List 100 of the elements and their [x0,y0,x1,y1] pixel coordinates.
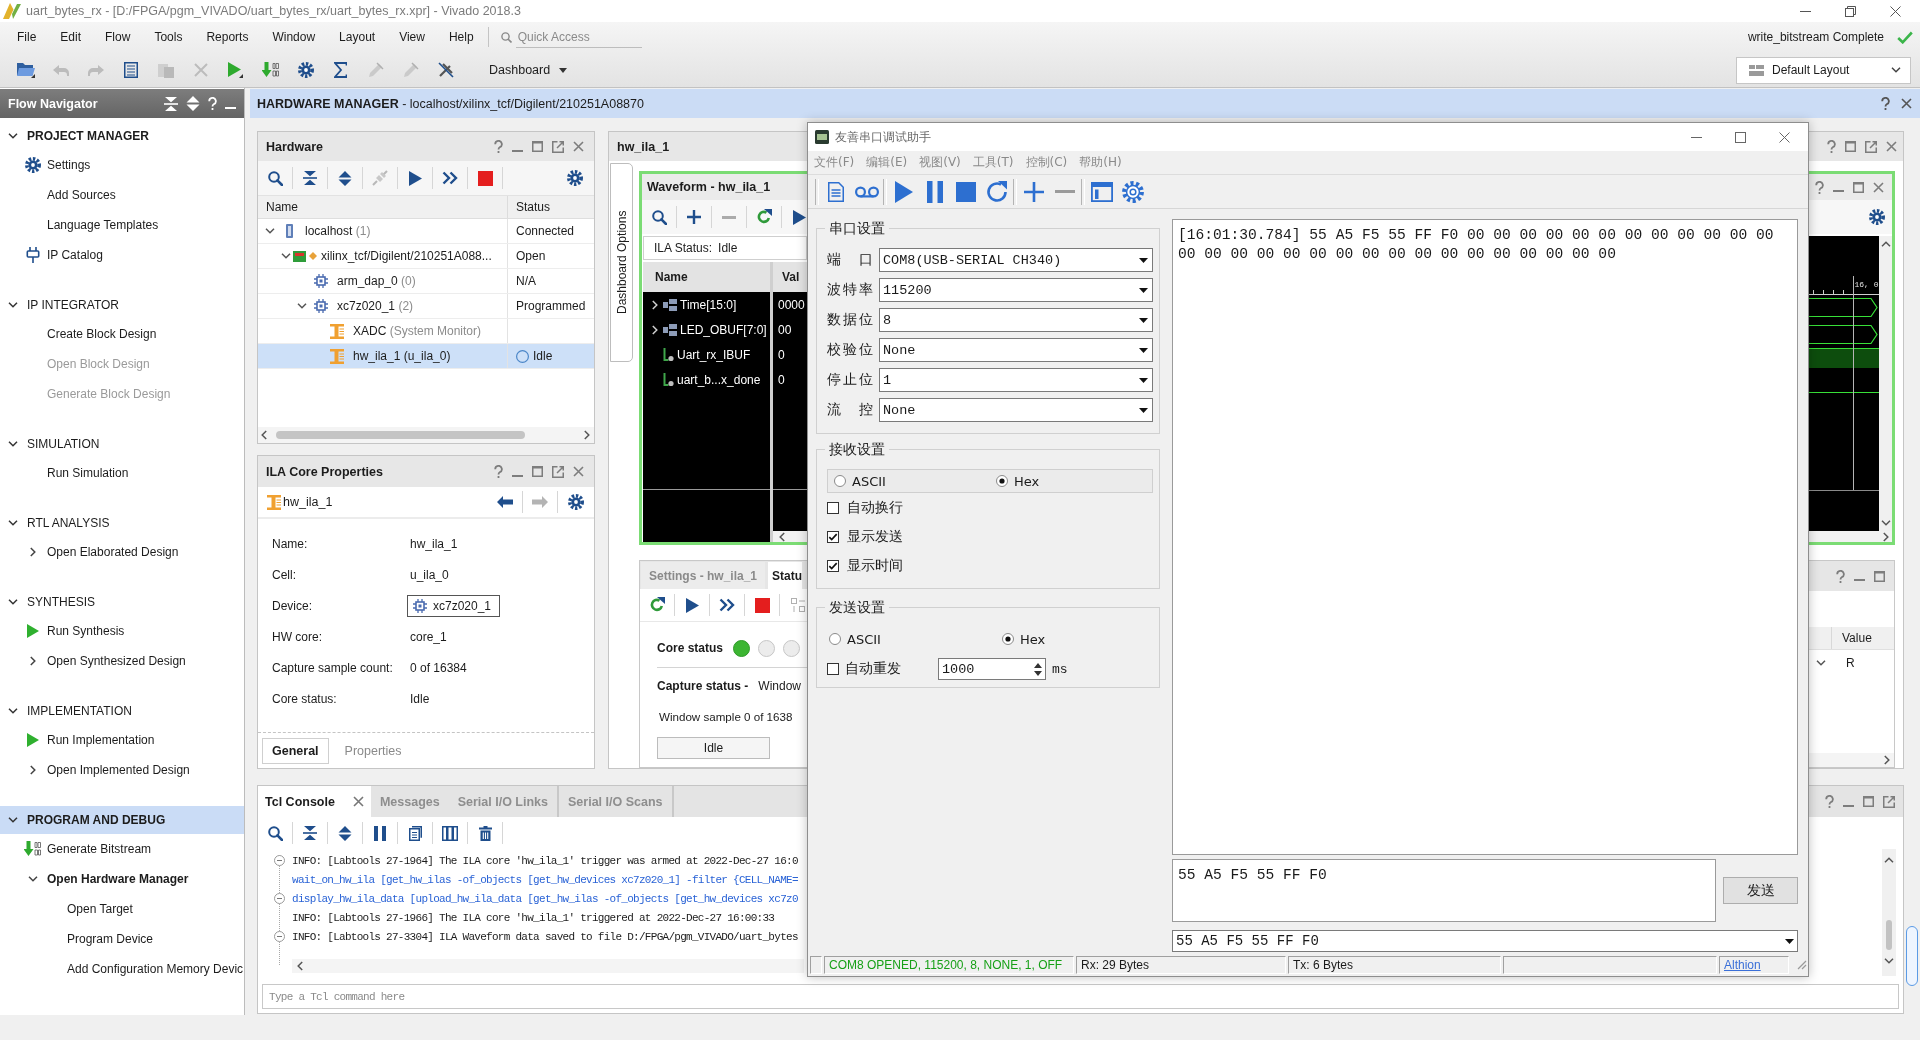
nav-section-header[interactable]: IP INTEGRATOR [0,291,244,319]
radio-option[interactable]: ASCII [834,473,886,489]
column-header[interactable]: Name [258,196,508,218]
close-icon[interactable] [1873,181,1884,193]
settings-icon[interactable] [1121,180,1144,203]
nav-item[interactable]: Open Elaborated Design [47,545,179,559]
maximize-icon[interactable] [1735,131,1746,143]
checkbox-option[interactable]: 显示时间 [827,556,903,575]
stop-icon[interactable] [955,181,976,202]
column-header[interactable]: Val [773,262,807,292]
dropdown[interactable]: None [879,398,1153,422]
help-icon[interactable] [1815,180,1824,194]
refresh-icon[interactable] [985,180,1008,203]
refresh-icon[interactable] [756,209,772,225]
collapse-toggle-icon[interactable] [273,931,285,942]
chevron-left-icon[interactable] [779,531,785,542]
chevron-icon[interactable] [8,520,18,526]
checkbox-option[interactable]: 自动重发 [827,660,901,678]
settings-icon[interactable] [567,170,583,186]
crossed-tools-icon[interactable] [437,62,454,78]
nav-item[interactable]: Run Simulation [47,466,129,480]
expand-all-icon[interactable] [338,170,352,186]
radio-icon[interactable] [996,475,1008,487]
dashboard-menu-button[interactable]: Dashboard [489,61,568,79]
nav-item[interactable]: Run Implementation [47,733,155,747]
arrow-down-icon[interactable] [262,62,279,78]
horizontal-scrollbar[interactable] [292,959,804,973]
nav-section-header[interactable]: PROGRAM AND DEBUG [0,806,244,834]
help-icon[interactable] [494,465,503,478]
nav-section-header[interactable]: PROJECT MANAGER [0,122,244,150]
dropdown[interactable]: 115200 [879,278,1153,302]
nav-section-header[interactable]: SIMULATION [0,430,244,458]
side-tab[interactable]: Dashboard Options [610,163,633,362]
play-icon[interactable] [228,62,243,78]
help-icon[interactable] [1825,795,1834,808]
folder-icon[interactable] [16,62,35,78]
maximize-icon[interactable] [532,141,543,152]
close-icon[interactable] [1901,98,1912,109]
tcl-command-field[interactable]: Type a Tcl command here [262,984,1899,1009]
nav-section-header[interactable]: IMPLEMENTATION [0,697,244,725]
menu-item[interactable]: Edit [48,30,94,44]
chevron-icon[interactable] [8,441,18,447]
chevron-icon[interactable] [27,876,38,882]
chevron-left-icon[interactable] [261,430,267,440]
chevron-right-icon[interactable] [1883,531,1889,542]
chevron-icon[interactable] [8,708,18,714]
search-icon[interactable] [267,825,283,841]
tree-row[interactable]: xc7z020_1 (2) Programmed [258,294,594,319]
pause-icon[interactable] [926,180,943,203]
trash-icon[interactable] [478,825,492,841]
close-icon[interactable] [573,466,584,477]
nav-section-header[interactable]: SYNTHESIS [0,588,244,616]
chevron-icon[interactable] [281,253,291,259]
dropdown[interactable]: 8 [879,308,1153,332]
play-icon[interactable] [408,170,422,186]
search-icon[interactable] [267,170,283,186]
horizontal-scrollbar[interactable] [773,531,807,542]
menu-item[interactable]: View [387,30,437,44]
chevron-icon[interactable] [8,133,18,139]
close-icon[interactable] [1779,131,1790,143]
nav-item[interactable]: Add Configuration Memory Devic [67,962,244,976]
tree-row[interactable]: hw_ila_1 (u_ila_0) Idle [258,344,594,369]
signal-name[interactable]: uart_b...x_done [677,372,761,387]
tree-row[interactable]: xilinx_tcf/Digilent/210251A088... Open [258,244,594,269]
chevron-icon[interactable] [29,656,36,666]
nav-item[interactable]: Add Sources [47,188,116,202]
tab[interactable]: Tcl Console [258,786,371,817]
tab[interactable]: General [262,737,329,764]
menu-item[interactable]: Help [436,30,486,44]
fast-forward-icon[interactable] [719,598,735,612]
column-header[interactable]: Name [643,262,770,292]
chevron-icon[interactable] [8,302,18,308]
plus-icon[interactable] [687,210,701,224]
window-icon[interactable] [1090,181,1113,202]
nav-item[interactable]: Open Target [67,902,133,916]
checkbox-icon[interactable] [827,663,839,675]
chevron-left-icon[interactable] [297,961,303,971]
settings-icon[interactable] [297,62,314,78]
nav-item[interactable]: Create Block Design [47,327,157,341]
interval-field[interactable]: 1000 [938,658,1046,680]
menu-item[interactable]: Reports [194,30,261,44]
minimize-icon[interactable] [512,149,523,152]
radio-icon[interactable] [834,475,846,487]
checkbox-icon[interactable] [827,559,839,572]
menu-item[interactable]: Window [260,30,328,44]
horizontal-scrollbar[interactable] [258,427,594,443]
help-icon[interactable] [1881,97,1890,110]
maximize-icon[interactable] [1874,570,1885,582]
tree-row[interactable]: arm_dap_0 (0) N/A [258,269,594,294]
send-button[interactable]: 发送 [1723,877,1798,904]
signal-name[interactable]: Uart_rx_IBUF [677,347,751,362]
nav-item[interactable]: IP Catalog [47,248,103,262]
chevron-down-icon[interactable] [1880,520,1891,526]
help-icon[interactable] [208,97,217,110]
signal-name[interactable]: LED_OBUF[7:0] [680,322,767,337]
document-icon[interactable] [408,825,422,841]
horizontal-scrollbar[interactable] [1809,753,1894,767]
help-icon[interactable] [494,140,503,153]
minimize-icon[interactable] [512,474,523,477]
nav-item[interactable]: Language Templates [47,218,159,232]
